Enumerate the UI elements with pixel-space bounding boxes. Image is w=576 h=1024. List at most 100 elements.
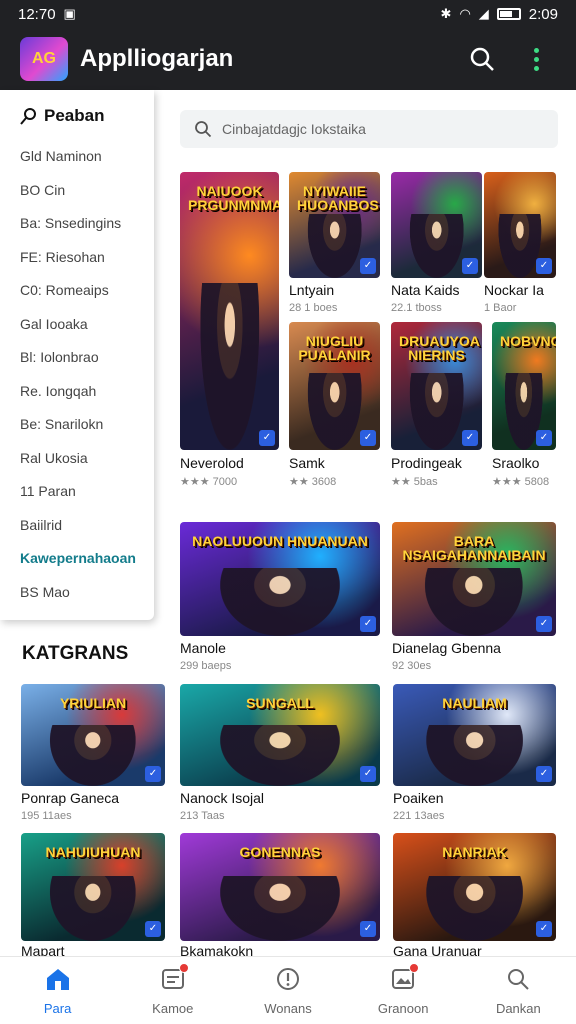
badge-icon: ✓ [360,430,376,446]
game-rating: 22.1 tboss [391,302,442,314]
search-input[interactable]: Cinbajatdagjc Iokstaika [180,110,558,148]
game-rating: ★★ 3608 [289,476,337,488]
thumbnail-art-title: GONENNAS [239,844,321,860]
badge-icon: ✓ [360,616,376,632]
character-art [425,724,524,786]
character-art [220,724,340,786]
game-title[interactable]: Poaiken [393,790,444,806]
game-title[interactable]: Neverolod [180,455,244,471]
thumbnail-art-title: NAOLUUOUN HNUANUAN [192,533,368,549]
game-rating: 1 Baor [484,302,517,314]
notification-icon: ▣ [63,6,76,21]
character-art [409,214,464,278]
badge-icon: ✓ [536,766,552,782]
nav-tab-kamoe[interactable]: Kamoe [123,962,223,1016]
drawer-item[interactable]: Gal Iooaka [20,308,154,342]
nav-tab-para[interactable]: Para [8,966,108,1016]
nav-tab-wonans[interactable]: Wonans [238,966,338,1016]
search-button[interactable] [462,39,502,79]
game-thumbnail[interactable]: GONENNAS ✓ [180,833,380,941]
game-thumbnail[interactable]: NAIUOOK PRGUNMNMAS ✓ [180,172,279,450]
app-bar: AG Applliogarjan [0,28,576,90]
character-art [49,724,137,786]
nav-label: Kamoe [152,1000,194,1016]
nav-tab-granoon[interactable]: Granoon [353,962,453,1016]
game-thumbnail[interactable]: NAOLUUOUN HNUANUAN ✓ [180,522,380,636]
game-title[interactable]: Nata Kaids [391,282,459,298]
search-icon [505,966,531,995]
game-rating: ★★★ 5808 [492,476,550,488]
character-art [220,876,340,941]
badge-icon: ✓ [536,430,552,446]
status-time-right: 2:09 [528,5,558,23]
game-title[interactable]: Nanock Isojal [180,790,264,806]
game-thumbnail[interactable]: ✓ [484,172,556,278]
game-title[interactable]: Ponrap Ganeca [21,790,119,806]
game-title[interactable]: Lntyain [289,282,334,298]
drawer-item[interactable]: Ral Ukosia [20,442,154,476]
game-thumbnail[interactable]: YRIULIAN ✓ [21,684,165,786]
drawer-item-last[interactable]: BS Mao [20,576,154,610]
character-art [307,373,362,450]
drawer-item[interactable]: FE: Riesohan [20,241,154,275]
game-thumbnail[interactable]: NANRIAK ✓ [393,833,556,941]
character-art [425,876,524,941]
character-art [199,283,260,450]
notification-dot [178,962,189,973]
character-art [220,567,340,636]
bluetooth-icon: ✱ [440,6,452,21]
game-title[interactable]: Prodingeak [391,455,462,471]
status-time: 12:70 [18,5,56,23]
game-rating: 221 13aes [393,810,445,822]
nav-tab-dankan[interactable]: Dankan [468,966,568,1016]
game-thumbnail[interactable]: NIUGLIU PUALANIR ✓ [289,322,380,450]
game-thumbnail[interactable]: DRUAUYOA NIERINS ✓ [391,322,482,450]
drawer-item[interactable]: 11 Paran [20,475,154,509]
drawer-item[interactable]: BO Cin [20,174,154,208]
game-title[interactable]: Sraolko [492,455,539,471]
drawer-item[interactable]: Bl: Iolonbrao [20,341,154,375]
drawer-item[interactable]: Baiilrid [20,509,154,543]
drawer-item[interactable]: Be: Snarilokn [20,408,154,442]
thumbnail-art-title: YRIULIAN [59,695,127,711]
badge-icon: ✓ [145,766,161,782]
character-art [409,373,464,450]
badge-icon: ✓ [536,258,552,274]
drawer-item[interactable]: C0: Romeaips [20,274,154,308]
game-thumbnail[interactable]: NOBVNGAIN ✓ [492,322,556,450]
search-placeholder: Cinbajatdagjc Iokstaika [222,121,366,137]
thumbnail-art-title: NANRIAK [442,844,507,860]
game-title[interactable]: Manole [180,640,226,656]
game-title[interactable]: Dianelag Gbenna [392,640,501,656]
game-thumbnail[interactable]: NYIWAIIE HUOANBOS ✓ [289,172,380,278]
game-thumbnail[interactable]: BARA NSAIGAHANNAIBAIN ✓ [392,522,556,636]
badge-icon: ✓ [360,766,376,782]
badge-icon: ✓ [462,258,478,274]
game-title[interactable]: Nockar Ia [484,282,544,298]
badge-icon: ✓ [259,430,275,446]
thumbnail-art-title: NAULIAM [442,695,507,711]
app-title: Applliogarjan [80,45,234,72]
search-icon [470,47,494,71]
drawer-item[interactable]: Re. Iongqah [20,375,154,409]
drawer-item-accent[interactable]: Kawepernahaoan [20,542,154,576]
nav-label: Granoon [377,1000,429,1016]
game-thumbnail[interactable]: SUNGALL ✓ [180,684,380,786]
search-icon [195,121,212,138]
thumbnail-art-title: NOBVNGAIN [500,333,556,349]
thumbnail-art-title: DRUAUYOA NIERINS [399,333,480,363]
drawer-header[interactable]: Peaban [20,106,154,126]
game-title[interactable]: Samk [289,455,325,471]
drawer-item[interactable]: Gld Naminon [20,140,154,174]
badge-icon: ✓ [360,921,376,937]
game-thumbnail[interactable]: NAHUIUHUAN ✓ [21,833,165,941]
nav-label: Dankan [495,1000,541,1016]
game-rating: 28 1 boes [289,302,338,314]
nav-label: Para [43,1000,72,1016]
more-options-button[interactable] [516,39,556,79]
drawer-item[interactable]: Ba: Snsedingins [20,207,154,241]
game-thumbnail[interactable]: NAULIAM ✓ [393,684,556,786]
nav-label: Wonans [264,1000,312,1016]
game-thumbnail[interactable]: ✓ [391,172,482,278]
badge-icon: ✓ [462,430,478,446]
